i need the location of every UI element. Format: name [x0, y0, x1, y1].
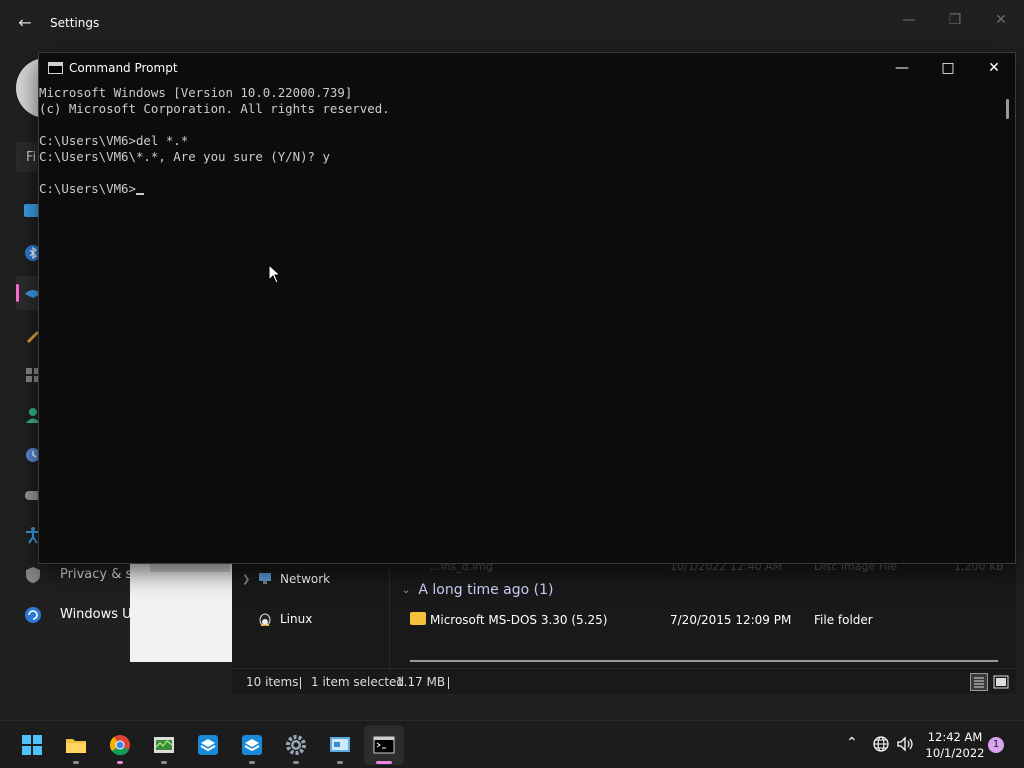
windows-update-icon[interactable]: [24, 606, 42, 624]
explorer-status-bar: 10 items 1 item selected 1.17 MB: [232, 668, 1016, 694]
details-view-icon[interactable]: [970, 673, 988, 691]
console-prompt-line[interactable]: C:\Users\VM6>: [39, 181, 999, 197]
nav-network-label: Network: [280, 572, 331, 586]
folder-icon: [410, 612, 426, 625]
settings-icon: [286, 735, 306, 755]
active-indicator: [376, 761, 392, 764]
horizontal-scrollbar[interactable]: [410, 660, 998, 662]
nav-selected-indicator: [16, 284, 19, 302]
clock-date: 10/1/2022: [925, 746, 985, 760]
volume-icon[interactable]: [896, 735, 916, 757]
clock[interactable]: 12:42 AM 10/1/2022: [924, 729, 986, 761]
settings-restore-icon[interactable]: ❐: [932, 8, 978, 32]
linux-penguin-icon: [256, 612, 274, 627]
control-panel-icon: [330, 737, 350, 752]
file-row[interactable]: Microsoft MS-DOS 3.30 (5.25) 7/20/2015 1…: [410, 610, 1010, 632]
file-explorer-window: ❯ Network Linux ...ins_d.img 10/1/2022 1…: [232, 560, 1016, 694]
running-indicator: [337, 761, 343, 764]
nav-windows-update[interactable]: Windows U: [60, 607, 132, 622]
command-prompt-icon: [373, 736, 395, 754]
status-item-count: 10 items: [246, 675, 299, 689]
vertical-scrollbar-thumb[interactable]: [1006, 99, 1009, 119]
taskbar-file-explorer[interactable]: [56, 725, 96, 765]
command-prompt-icon[interactable]: [48, 62, 63, 74]
chrome-icon: [110, 735, 130, 756]
running-indicator: [249, 761, 255, 764]
settings-close-icon[interactable]: ✕: [978, 8, 1024, 32]
clock-time: 12:42 AM: [927, 730, 983, 744]
taskbar-control-panel[interactable]: [320, 725, 360, 765]
minimize-icon[interactable]: —: [879, 53, 925, 83]
maximize-icon[interactable]: □: [925, 53, 971, 83]
mouse-pointer-icon: [268, 264, 282, 284]
large-icons-view-icon[interactable]: [992, 673, 1010, 691]
text-cursor: [135, 193, 144, 195]
taskbar-command-prompt[interactable]: [364, 725, 404, 765]
nav-linux-label: Linux: [280, 612, 313, 626]
taskbar-chrome[interactable]: [100, 725, 140, 765]
task-manager-icon: [154, 737, 174, 753]
file-date: 7/20/2015 12:09 PM: [670, 613, 792, 627]
settings-minimize-icon[interactable]: —: [886, 8, 932, 32]
running-indicator: [73, 761, 79, 764]
console-line: (c) Microsoft Corporation. All rights re…: [39, 101, 390, 116]
cmd-titlebar[interactable]: Command Prompt — □ ✕: [39, 53, 1015, 83]
taskbar: ⌃ 12:42 AM 10/1/2022 1: [0, 720, 1024, 768]
notification-badge[interactable]: 1: [988, 737, 1004, 753]
status-separator: [448, 677, 449, 689]
running-indicator: [117, 761, 123, 764]
status-size: 1.17 MB: [396, 675, 446, 689]
taskbar-sandbox-2[interactable]: [232, 725, 272, 765]
chevron-up-icon[interactable]: ⌃: [846, 735, 858, 751]
taskbar-task-manager[interactable]: [144, 725, 184, 765]
running-indicator: [293, 761, 299, 764]
status-separator: [300, 677, 301, 689]
window-thumbnail: [130, 562, 232, 662]
status-selected: 1 item selected: [311, 675, 405, 689]
console-prompt: C:\Users\VM6>: [39, 181, 136, 196]
chevron-down-icon[interactable]: ⌄: [402, 585, 410, 596]
file-type: File folder: [814, 613, 873, 627]
console-line: C:\Users\VM6>del *.*: [39, 133, 189, 148]
network-icon: [256, 572, 274, 586]
globe-icon[interactable]: [872, 735, 890, 757]
settings-titlebar: ← Settings — ❐ ✕: [0, 0, 1024, 48]
file-name: Microsoft MS-DOS 3.30 (5.25): [430, 613, 608, 627]
running-indicator: [161, 761, 167, 764]
settings-title: Settings: [50, 16, 100, 30]
taskbar-settings[interactable]: [276, 725, 316, 765]
privacy-security-icon[interactable]: [24, 566, 42, 584]
chevron-right-icon[interactable]: ❯: [242, 574, 256, 585]
sandbox-2-icon: [242, 735, 262, 755]
start-icon: [22, 735, 42, 755]
start-button[interactable]: [12, 725, 52, 765]
nav-linux[interactable]: Linux: [242, 612, 313, 627]
nav-privacy-security[interactable]: Privacy & s: [60, 567, 132, 582]
nav-network[interactable]: ❯ Network: [242, 572, 330, 586]
file-explorer-icon: [66, 739, 86, 753]
find-setting-placeholder: Fi: [26, 150, 37, 165]
cmd-title: Command Prompt: [69, 61, 178, 75]
sandbox-icon: [198, 735, 218, 755]
group-header[interactable]: ⌄ A long time ago (1): [402, 582, 553, 598]
taskbar-sandbox[interactable]: [188, 725, 228, 765]
group-header-label: A long time ago (1): [418, 582, 554, 598]
explorer-navigation-pane: ❯ Network Linux: [232, 560, 390, 668]
close-icon[interactable]: ✕: [971, 53, 1017, 83]
console-output[interactable]: Microsoft Windows [Version 10.0.22000.73…: [39, 83, 999, 563]
console-line: Microsoft Windows [Version 10.0.22000.73…: [39, 85, 353, 100]
back-arrow-icon[interactable]: ←: [14, 12, 36, 34]
console-line: C:\Users\VM6\*.*, Are you sure (Y/N)? y: [39, 149, 330, 164]
command-prompt-window[interactable]: Command Prompt — □ ✕ Microsoft Windows […: [38, 52, 1016, 564]
